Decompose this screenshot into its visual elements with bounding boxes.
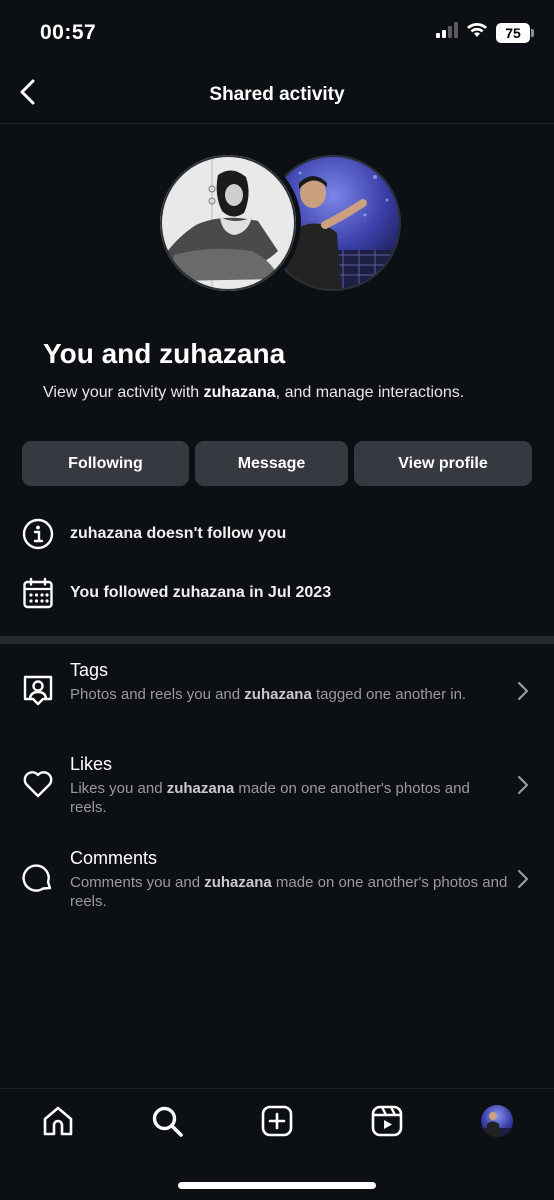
tags-desc-suffix: tagged one another in. — [311, 686, 467, 703]
tags-title: Tags — [70, 660, 109, 680]
view-profile-button[interactable]: View profile — [354, 441, 532, 486]
info-icon — [22, 518, 54, 550]
status-bar: 00:57 75 — [0, 0, 554, 66]
likes-row[interactable]: Likes Likes you and zuhazana made on one… — [0, 752, 554, 842]
chevron-right-icon — [516, 680, 530, 702]
likes-desc-prefix: Likes you and — [70, 780, 167, 797]
likes-description: Likes you and zuhazana made on one anoth… — [70, 779, 510, 817]
comments-desc-username: zuhazana — [204, 874, 272, 891]
tags-desc-prefix: Photos and reels you and — [70, 686, 245, 703]
likes-desc-username: zuhazana — [166, 780, 235, 797]
tab-home[interactable] — [40, 1105, 76, 1141]
shared-activity-screen: 00:57 75 Shared activity You and zuhazan… — [0, 0, 554, 1200]
page-subtitle: View your activity with zuhazana, and ma… — [43, 384, 464, 402]
wifi-icon — [466, 22, 488, 43]
calendar-icon — [22, 577, 54, 609]
subtitle-suffix: , and manage interactions. — [275, 384, 465, 401]
status-time: 00:57 — [40, 21, 97, 44]
comment-icon — [21, 861, 55, 895]
tab-reels[interactable] — [369, 1105, 405, 1141]
search-icon — [150, 1104, 184, 1143]
comments-desc-prefix: Comments you and — [70, 874, 205, 891]
likes-title: Likes — [70, 754, 113, 774]
cellular-signal-icon — [436, 22, 458, 43]
plus-square-icon — [260, 1104, 294, 1143]
tab-create[interactable] — [259, 1105, 295, 1141]
following-button[interactable]: Following — [22, 441, 189, 486]
shared-avatars — [155, 150, 406, 296]
followed-since-text: You followed zuhazana in Jul 2023 — [70, 584, 332, 601]
comments-title: Comments — [70, 848, 158, 868]
comments-description: Comments you and zuhazana made on one an… — [70, 873, 510, 911]
user-avatar[interactable] — [155, 150, 301, 296]
tags-description: Photos and reels you and zuhazana tagged… — [70, 685, 510, 704]
section-divider — [0, 636, 554, 644]
reels-icon — [370, 1104, 404, 1143]
chevron-right-icon — [516, 774, 530, 796]
tag-person-icon — [21, 673, 55, 707]
action-buttons: Following Message View profile — [22, 441, 532, 486]
tags-desc-username: zuhazana — [244, 686, 312, 703]
heart-icon — [21, 767, 55, 801]
follow-status-text: zuhazana doesn't follow you — [70, 525, 287, 542]
home-indicator — [178, 1182, 376, 1189]
subtitle-prefix: View your activity with — [43, 384, 204, 401]
nav-header: Shared activity — [0, 66, 554, 124]
subtitle-username[interactable]: zuhazana — [204, 384, 276, 401]
profile-avatar — [480, 1104, 514, 1143]
battery-indicator: 75 — [496, 22, 534, 43]
header-title: Shared activity — [209, 84, 345, 105]
tab-search[interactable] — [149, 1105, 185, 1141]
message-button[interactable]: Message — [195, 441, 348, 486]
page-title: You and zuhazana — [43, 338, 286, 369]
comments-row[interactable]: Comments Comments you and zuhazana made … — [0, 846, 554, 936]
chevron-right-icon — [516, 868, 530, 890]
follow-status-row: zuhazana doesn't follow you — [22, 518, 286, 550]
followed-since-row: You followed zuhazana in Jul 2023 — [22, 577, 331, 609]
tab-profile[interactable] — [479, 1104, 515, 1143]
status-icons: 75 — [436, 22, 534, 43]
home-icon — [41, 1104, 75, 1143]
tags-row[interactable]: Tags Photos and reels you and zuhazana t… — [0, 658, 554, 748]
